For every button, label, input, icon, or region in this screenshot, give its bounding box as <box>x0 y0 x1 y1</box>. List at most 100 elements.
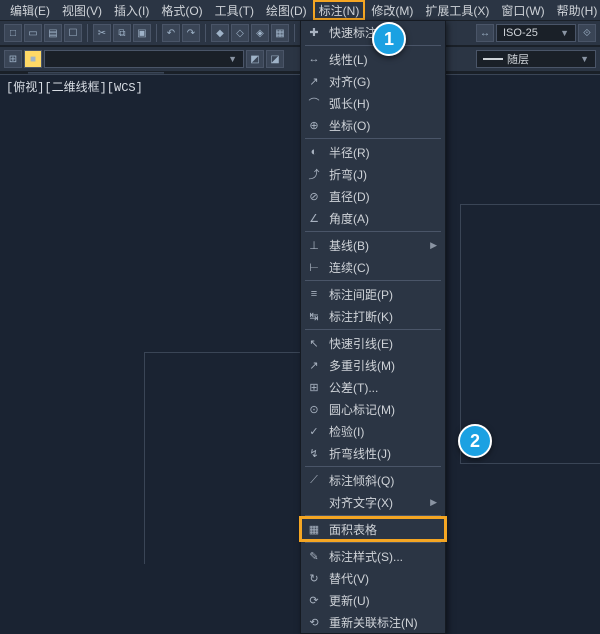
menu-item-icon: ◐ <box>305 144 323 160</box>
menu-item-icon: ✚ <box>305 24 323 40</box>
menu-item-icon: ↗ <box>305 357 323 373</box>
menu-edit[interactable]: 编辑(E) <box>4 0 56 21</box>
menu-item-icon: ⊥ <box>305 237 323 253</box>
menu-item-label: 标注样式(S)... <box>329 548 403 565</box>
menu-separator <box>305 515 441 516</box>
menu-item[interactable]: ∠ 角度(A) <box>301 207 445 229</box>
menu-item-label: 检验(I) <box>329 423 364 440</box>
menu-item[interactable]: ▦ 面积表格 <box>301 518 445 540</box>
menu-item[interactable]: ⊞公差(T)... <box>301 376 445 398</box>
menu-item-icon: ∠ <box>305 210 323 226</box>
menu-item[interactable]: ↔线性(L) <box>301 48 445 70</box>
menu-item[interactable]: ↗ 多重引线(M) <box>301 354 445 376</box>
tb-open-icon[interactable]: ▭ <box>24 24 42 42</box>
menubar: 编辑(E) 视图(V) 插入(I) 格式(O) 工具(T) 绘图(D) 标注(N… <box>0 0 600 20</box>
menu-item-label: 更新(U) <box>329 592 370 609</box>
menu-item[interactable]: ⟋ 标注倾斜(Q) <box>301 469 445 491</box>
layer-combo[interactable]: ▼ <box>44 50 244 68</box>
menu-item-icon: ⊢ <box>305 259 323 275</box>
menu-item-icon: ↖ <box>305 335 323 351</box>
drawing-rect <box>144 352 314 564</box>
tb-print-icon[interactable]: ☐ <box>64 24 82 42</box>
menu-tools[interactable]: 工具(T) <box>209 0 260 21</box>
menu-item-icon: ⟳ <box>305 592 323 608</box>
menu-item-icon: ↔ <box>305 51 323 67</box>
menu-item[interactable]: ⊘直径(D) <box>301 185 445 207</box>
viewport-label: [俯视][二维线框][WCS] <box>6 78 143 95</box>
tb-layer-icon[interactable]: ⊞ <box>4 50 22 68</box>
tb-colorpick-icon[interactable]: ■ <box>24 50 42 68</box>
menu-item[interactable]: ⊕坐标(O) <box>301 114 445 136</box>
menu-view[interactable]: 视图(V) <box>56 0 108 21</box>
menu-item-label: 基线(B) <box>329 237 369 254</box>
bylayer-combo[interactable]: 随层 ▼ <box>476 50 596 68</box>
tb-icon-misc[interactable]: ⟐ <box>578 24 596 42</box>
menu-item-label: 替代(V) <box>329 570 369 587</box>
menu-item[interactable]: ↯折弯线性(J) <box>301 442 445 464</box>
menu-item[interactable]: ⊥基线(B)▶ <box>301 234 445 256</box>
menu-item[interactable]: ↖快速引线(E) <box>301 332 445 354</box>
menu-item-label: 角度(A) <box>329 210 369 227</box>
menu-item[interactable]: ⤴折弯(J) <box>301 163 445 185</box>
menu-item-label: 面积表格 <box>329 521 377 538</box>
menu-draw[interactable]: 绘图(D) <box>260 0 313 21</box>
submenu-arrow-icon: ▶ <box>430 497 437 508</box>
tb-redo-icon[interactable]: ↷ <box>182 24 200 42</box>
menu-item-label: 多重引线(M) <box>329 357 395 374</box>
menu-item[interactable]: ↻ 替代(V) <box>301 567 445 589</box>
tb-undo-icon[interactable]: ↶ <box>162 24 180 42</box>
menu-item[interactable]: ⌒弧长(H) <box>301 92 445 114</box>
linetype-swatch-icon <box>483 58 503 60</box>
tb-copy-icon[interactable]: ⧉ <box>113 24 131 42</box>
menu-item[interactable]: ✓ 检验(I) <box>301 420 445 442</box>
menu-insert[interactable]: 插入(I) <box>108 0 155 21</box>
tb-save-icon[interactable]: ▤ <box>44 24 62 42</box>
tb-icon-misc[interactable]: ▦ <box>271 24 289 42</box>
menu-item[interactable]: ◐半径(R) <box>301 141 445 163</box>
menu-item[interactable]: ↗ 对齐(G) <box>301 70 445 92</box>
menu-item-icon: ↯ <box>305 445 323 461</box>
menu-separator <box>305 466 441 467</box>
menu-item-icon: ▦ <box>305 521 323 537</box>
menu-item[interactable]: ↹标注打断(K) <box>301 305 445 327</box>
menu-format[interactable]: 格式(O) <box>155 0 208 21</box>
menu-item-label: 标注倾斜(Q) <box>329 472 394 489</box>
dimstyle-combo[interactable]: ISO-25 ▼ <box>496 24 576 42</box>
menu-express[interactable]: 扩展工具(X) <box>419 0 495 21</box>
menu-item[interactable]: ⟲重新关联标注(N) <box>301 611 445 633</box>
menu-item-icon: ↻ <box>305 570 323 586</box>
menu-item[interactable]: ⊙圆心标记(M) <box>301 398 445 420</box>
tb-icon-misc[interactable]: ◈ <box>251 24 269 42</box>
menu-item-label: 对齐文字(X) <box>329 494 393 511</box>
annotation-callout-1: 1 <box>372 22 406 56</box>
tb-icon-misc[interactable]: ◇ <box>231 24 249 42</box>
menu-window[interactable]: 窗口(W) <box>495 0 550 21</box>
menu-item[interactable]: ⟳ 更新(U) <box>301 589 445 611</box>
tb-dim-icon[interactable]: ↔ <box>476 24 494 42</box>
menu-separator <box>305 542 441 543</box>
menu-separator <box>305 231 441 232</box>
menu-item-icon: ↗ <box>305 73 323 89</box>
tb-icon-misc[interactable]: ◆ <box>211 24 229 42</box>
menu-item-icon: ✓ <box>305 423 323 439</box>
menu-item-icon: ⊘ <box>305 188 323 204</box>
menu-item[interactable]: ⊢ 连续(C) <box>301 256 445 278</box>
menu-item-label: 标注间距(P) <box>329 286 393 303</box>
menu-item[interactable]: 对齐文字(X) ▶ <box>301 491 445 513</box>
bylayer-value: 随层 <box>507 51 529 67</box>
menu-item-label: 连续(C) <box>329 259 370 276</box>
menu-item-icon: ↹ <box>305 308 323 324</box>
tb-cut-icon[interactable]: ✂ <box>93 24 111 42</box>
menu-item-icon: ⟋ <box>305 472 323 488</box>
menu-item[interactable]: ≡标注间距(P) <box>301 283 445 305</box>
menu-help[interactable]: 帮助(H) <box>551 0 600 21</box>
menu-item-label: 对齐(G) <box>329 73 370 90</box>
menu-modify[interactable]: 修改(M) <box>365 0 419 21</box>
tb-icon-misc[interactable]: ◪ <box>266 50 284 68</box>
chevron-down-icon: ▼ <box>580 54 589 64</box>
tb-paste-icon[interactable]: ▣ <box>133 24 151 42</box>
menu-item-label: 坐标(O) <box>329 117 370 134</box>
tb-new-icon[interactable]: □ <box>4 24 22 42</box>
tb-icon-misc[interactable]: ◩ <box>246 50 264 68</box>
menu-dimension[interactable]: 标注(N) <box>313 0 366 20</box>
